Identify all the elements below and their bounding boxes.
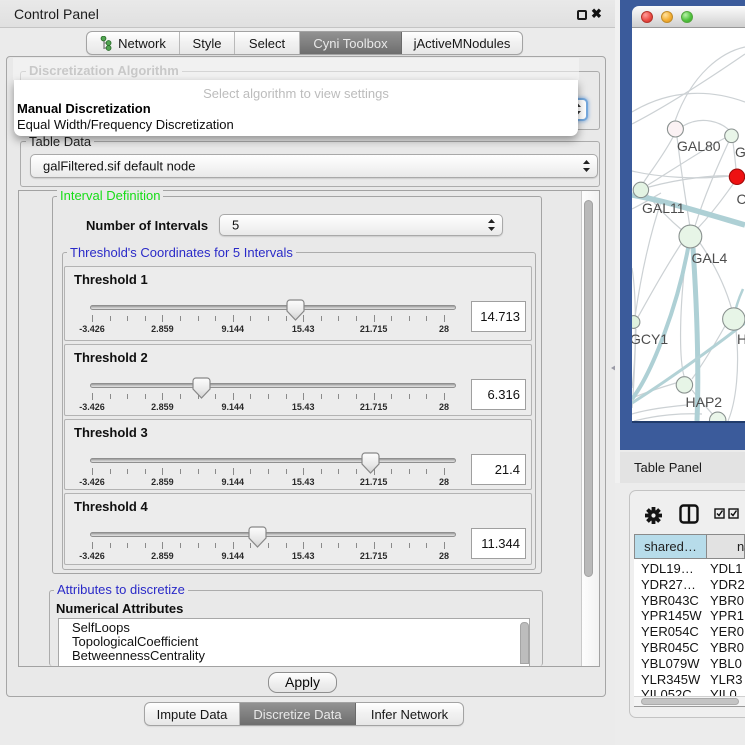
svg-text:GAL80: GAL80	[677, 138, 721, 154]
svg-text:GAL4: GAL4	[692, 250, 728, 266]
svg-text:GCY1: GCY1	[632, 331, 668, 347]
svg-text:HAP2: HAP2	[686, 394, 723, 410]
svg-text:GAL11: GAL11	[642, 200, 685, 216]
svg-text:H: H	[737, 331, 745, 347]
svg-text:C: C	[737, 191, 745, 207]
svg-text:GA: GA	[735, 144, 745, 160]
